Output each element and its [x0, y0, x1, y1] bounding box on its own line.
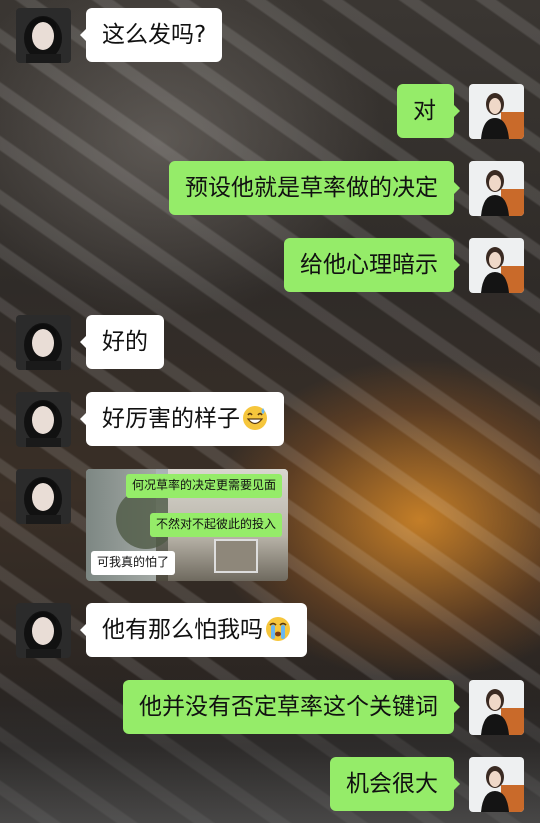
avatar-other-icon	[16, 603, 71, 658]
message-bubble[interactable]: 对	[397, 84, 460, 138]
avatar-self-icon	[469, 161, 524, 216]
grinning-sweat-emoji-icon	[243, 406, 267, 430]
avatar-other-icon	[16, 469, 71, 524]
avatar-other-icon	[16, 315, 71, 370]
avatar[interactable]	[469, 757, 524, 812]
message-bubble[interactable]: 给他心理暗示	[284, 238, 460, 292]
avatar-self-icon	[469, 680, 524, 735]
avatar[interactable]	[16, 469, 71, 524]
avatar-other-icon	[16, 8, 71, 63]
avatar-other-icon	[16, 392, 71, 447]
message-bubble[interactable]: 好厉害的样子	[80, 392, 284, 446]
message-text: 他有那么怕我吗	[102, 617, 263, 643]
message-bubble[interactable]: 预设他就是草率做的决定	[169, 161, 460, 215]
message-bubble[interactable]: 机会很大	[330, 757, 460, 811]
image-chat-bubble: 不然对不起彼此的投入	[150, 513, 283, 537]
image-chat-bubble: 可我真的怕了	[91, 551, 176, 575]
message-text: 预设他就是草率做的决定	[185, 175, 438, 201]
avatar-self-icon	[469, 757, 524, 812]
message-text: 好厉害的样子	[102, 406, 240, 432]
avatar[interactable]	[469, 680, 524, 735]
avatar-self-icon	[469, 238, 524, 293]
avatar[interactable]	[16, 603, 71, 658]
avatar[interactable]	[16, 315, 71, 370]
message-text: 这么发吗?	[102, 22, 207, 48]
message-text: 机会很大	[346, 771, 438, 797]
avatar-self-icon	[469, 84, 524, 139]
image-chat-bubble: 何况草率的决定更需要见面	[126, 474, 283, 498]
message-bubble[interactable]: 他有那么怕我吗	[80, 603, 307, 657]
message-text: 对	[413, 98, 436, 124]
message-text: 好的	[102, 329, 148, 355]
image-message[interactable]: 何况草率的决定更需要见面 不然对不起彼此的投入 可我真的怕了	[86, 469, 288, 581]
image-window	[214, 539, 258, 573]
message-text: 给他心理暗示	[300, 252, 438, 278]
message-text: 他并没有否定草率这个关键词	[139, 694, 438, 720]
avatar[interactable]	[469, 84, 524, 139]
avatar[interactable]	[469, 161, 524, 216]
message-bubble[interactable]: 这么发吗?	[79, 8, 223, 62]
message-bubble[interactable]: 他并没有否定草率这个关键词	[123, 680, 460, 734]
crying-emoji-icon	[266, 617, 290, 641]
avatar[interactable]	[16, 8, 71, 63]
avatar[interactable]	[16, 392, 71, 447]
message-bubble[interactable]: 好的	[80, 315, 164, 369]
avatar[interactable]	[469, 238, 524, 293]
